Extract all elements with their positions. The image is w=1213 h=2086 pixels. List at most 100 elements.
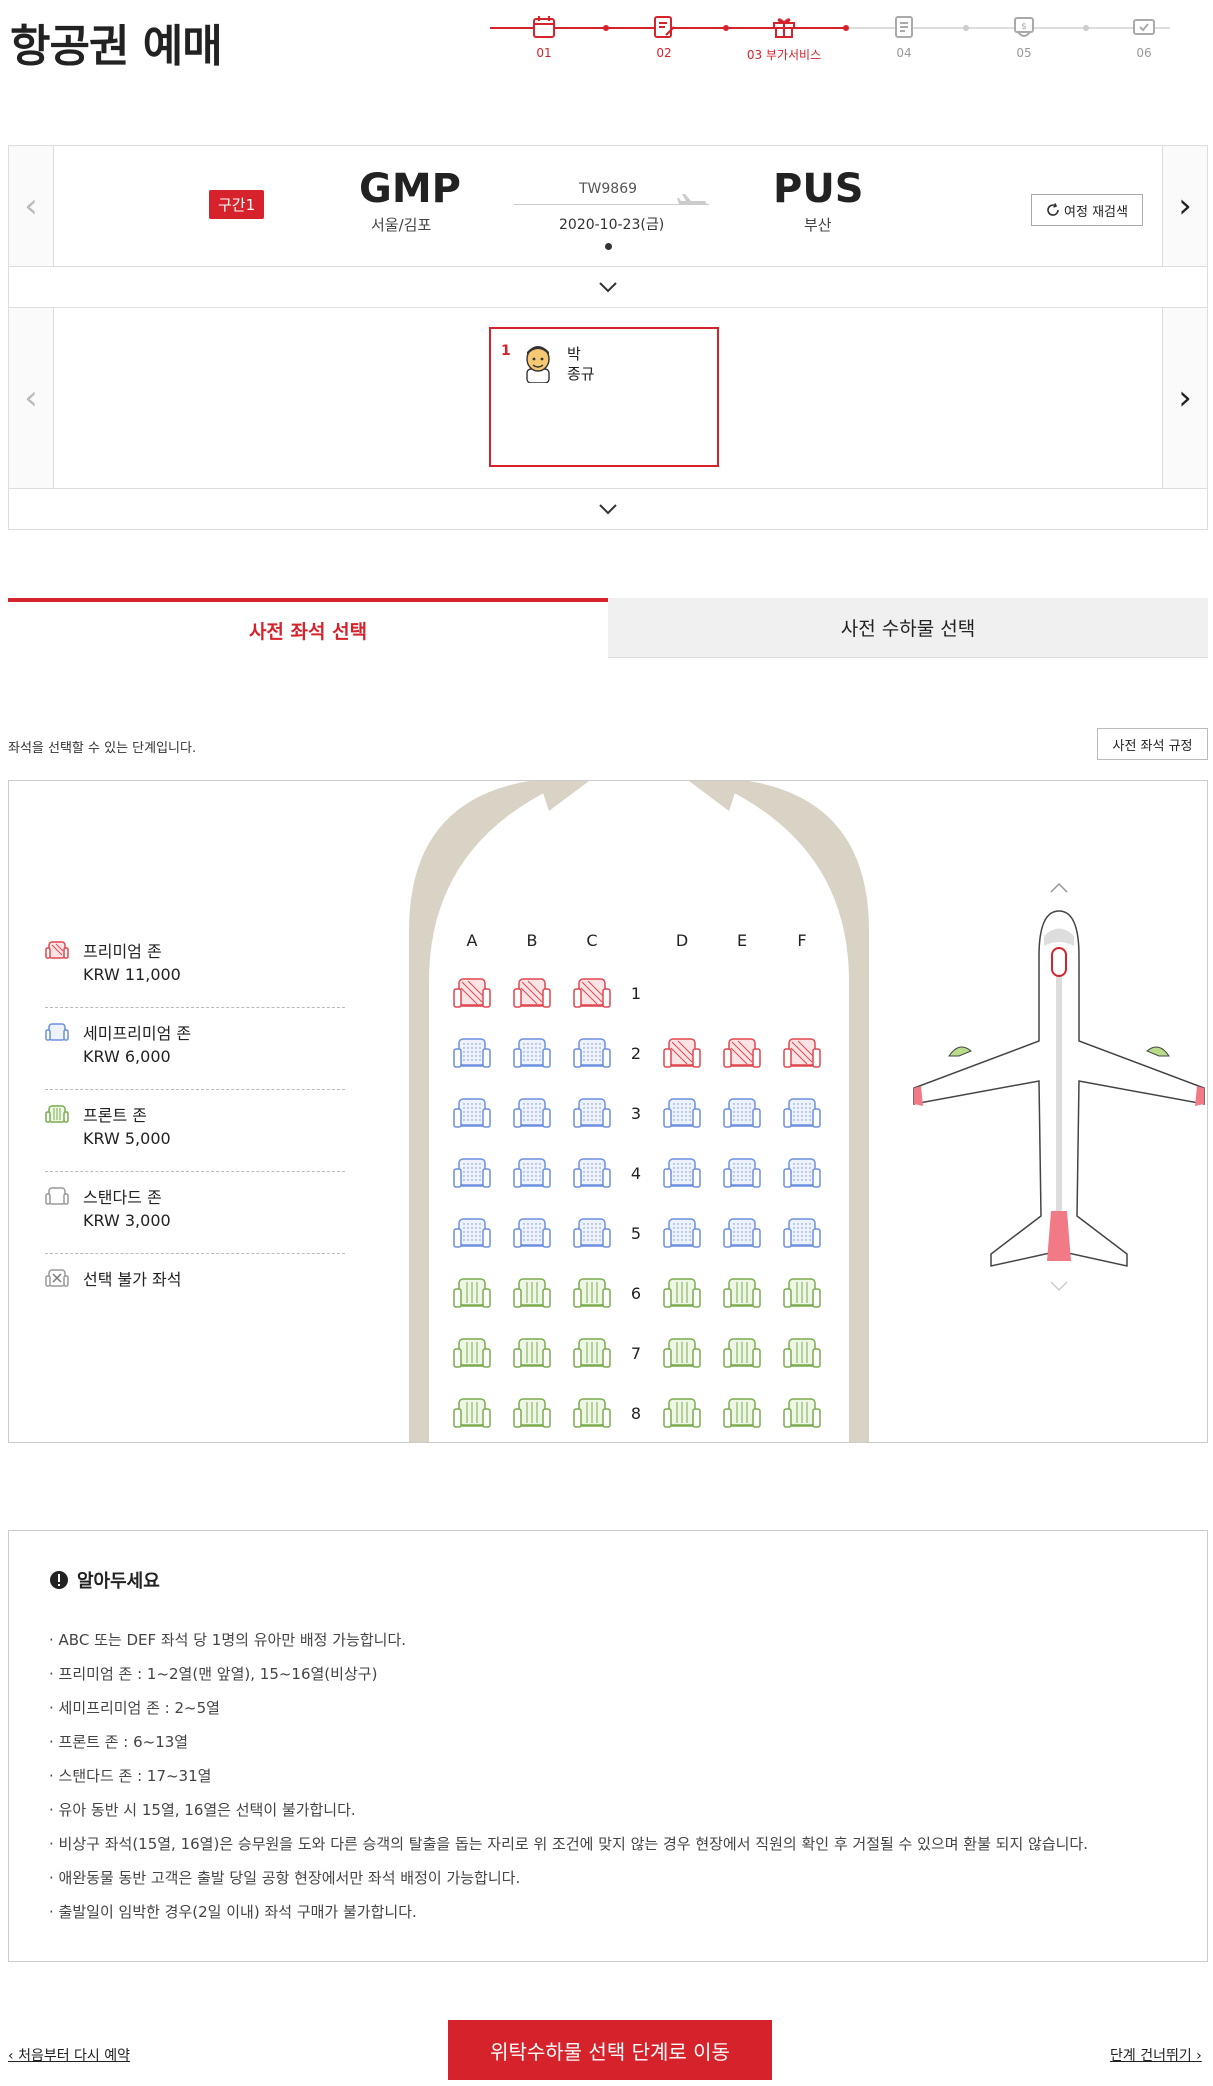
seat-3F[interactable] — [781, 1096, 823, 1132]
row-number: 2 — [630, 1044, 642, 1063]
seat-icon — [783, 1038, 821, 1068]
scroll-up-button[interactable] — [1049, 881, 1069, 895]
svg-text:$: $ — [1021, 22, 1027, 32]
seat-8F[interactable] — [781, 1396, 823, 1432]
seat-icon — [663, 1158, 701, 1188]
seat-7C[interactable] — [571, 1336, 613, 1372]
chevron-right-icon: › — [1178, 186, 1192, 226]
seat-8C[interactable] — [571, 1396, 613, 1432]
seat-2A[interactable] — [451, 1036, 493, 1072]
tab-seat-selection[interactable]: 사전 좌석 선택 — [8, 598, 608, 658]
seat-icon — [453, 1218, 491, 1248]
seat-2C[interactable] — [571, 1036, 613, 1072]
next-step-button[interactable]: 위탁수하물 선택 단계로 이동 — [448, 2020, 772, 2080]
notice-item: · 프론트 존 : 6~13열 — [49, 1733, 189, 1751]
seat-1C[interactable] — [571, 976, 613, 1012]
seat-icon — [573, 1098, 611, 1128]
seat-2E[interactable] — [721, 1036, 763, 1072]
seat-2B[interactable] — [511, 1036, 553, 1072]
seat-2F[interactable] — [781, 1036, 823, 1072]
notice-text: 세미프리미엄 존 : 2~5열 — [58, 1699, 220, 1717]
pager-dot[interactable] — [605, 243, 612, 250]
seat-4C[interactable] — [571, 1156, 613, 1192]
research-itinerary-button[interactable]: 여정 재검색 — [1031, 194, 1143, 226]
scroll-down-button[interactable] — [1049, 1279, 1069, 1293]
seat-icon — [783, 1278, 821, 1308]
column-label: B — [526, 931, 538, 950]
restart-label: 처음부터 다시 예약 — [18, 2048, 131, 2064]
row-number: 8 — [630, 1404, 642, 1423]
seat-icon — [513, 1098, 551, 1128]
seat-7D[interactable] — [661, 1336, 703, 1372]
seat-3C[interactable] — [571, 1096, 613, 1132]
step-dot — [723, 25, 729, 31]
seat-1B[interactable] — [511, 976, 553, 1012]
seat-7B[interactable] — [511, 1336, 553, 1372]
seat-4A[interactable] — [451, 1156, 493, 1192]
seat-2D[interactable] — [661, 1036, 703, 1072]
seat-8E[interactable] — [721, 1396, 763, 1432]
seat-8D[interactable] — [661, 1396, 703, 1432]
seat-3B[interactable] — [511, 1096, 553, 1132]
seat-5D[interactable] — [661, 1216, 703, 1252]
seat-6D[interactable] — [661, 1276, 703, 1312]
edit-document-icon — [654, 16, 675, 38]
next-passenger-button[interactable]: › — [1162, 308, 1207, 488]
restart-booking-link[interactable]: ‹ 처음부터 다시 예약 — [8, 2045, 130, 2065]
seat-7E[interactable] — [721, 1336, 763, 1372]
seat-7F[interactable] — [781, 1336, 823, 1372]
seat-5F[interactable] — [781, 1216, 823, 1252]
expand-passengers-toggle[interactable] — [9, 489, 1207, 529]
seat-8A[interactable] — [451, 1396, 493, 1432]
legend-premium: 프리미엄 존 KRW 11,000 — [45, 926, 345, 1008]
chevron-down-icon — [599, 282, 617, 293]
seat-4E[interactable] — [721, 1156, 763, 1192]
seat-3E[interactable] — [721, 1096, 763, 1132]
row-number: 7 — [630, 1344, 642, 1363]
seat-4D[interactable] — [661, 1156, 703, 1192]
expand-segments-toggle[interactable] — [9, 267, 1207, 307]
seat-rules-button[interactable]: 사전 좌석 규정 — [1097, 728, 1208, 760]
seat-5B[interactable] — [511, 1216, 553, 1252]
seat-6B[interactable] — [511, 1276, 553, 1312]
step-label: 05 — [1016, 46, 1032, 60]
destination-city: 부산 — [804, 216, 832, 234]
seat-3A[interactable] — [451, 1096, 493, 1132]
seat-3D[interactable] — [661, 1096, 703, 1132]
step-dot — [843, 25, 849, 31]
seat-6F[interactable] — [781, 1276, 823, 1312]
seat-4F[interactable] — [781, 1156, 823, 1192]
seat-4B[interactable] — [511, 1156, 553, 1192]
step-label: 04 — [896, 46, 912, 60]
seat-6E[interactable] — [721, 1276, 763, 1312]
seat-6A[interactable] — [451, 1276, 493, 1312]
seat-5A[interactable] — [451, 1216, 493, 1252]
prev-segment-button[interactable]: ‹ — [9, 146, 54, 266]
chevron-up-icon — [1050, 882, 1068, 893]
step-label: 06 — [1136, 46, 1152, 60]
seat-icon — [573, 1398, 611, 1428]
passenger-card[interactable]: 1 박 종규 — [489, 327, 719, 467]
seat-icon — [453, 978, 491, 1008]
seat-icon — [453, 1098, 491, 1128]
seat-icon — [573, 1278, 611, 1308]
seat-5C[interactable] — [571, 1216, 613, 1252]
prev-passenger-button[interactable]: ‹ — [9, 308, 54, 488]
next-segment-button[interactable]: › — [1162, 146, 1207, 266]
seat-8B[interactable] — [511, 1396, 553, 1432]
seat-6C[interactable] — [571, 1276, 613, 1312]
flight-date: 2020-10-23(금) — [559, 217, 665, 233]
seat-5E[interactable] — [721, 1216, 763, 1252]
seat-icon — [723, 1278, 761, 1308]
aircraft-minimap[interactable] — [909, 906, 1208, 1276]
seat-7A[interactable] — [451, 1336, 493, 1372]
seat-icon — [783, 1338, 821, 1368]
notice-title-text: 알아두세요 — [77, 1571, 160, 1592]
column-label: D — [675, 931, 689, 950]
skip-step-link[interactable]: 단계 건너뛰기 › — [1110, 2045, 1202, 2065]
seat-1A[interactable] — [451, 976, 493, 1012]
standard-seat-icon — [45, 1187, 69, 1205]
passenger-avatar-icon — [526, 346, 550, 383]
tab-baggage-selection[interactable]: 사전 수하물 선택 — [608, 598, 1208, 658]
seat-icon — [723, 1338, 761, 1368]
